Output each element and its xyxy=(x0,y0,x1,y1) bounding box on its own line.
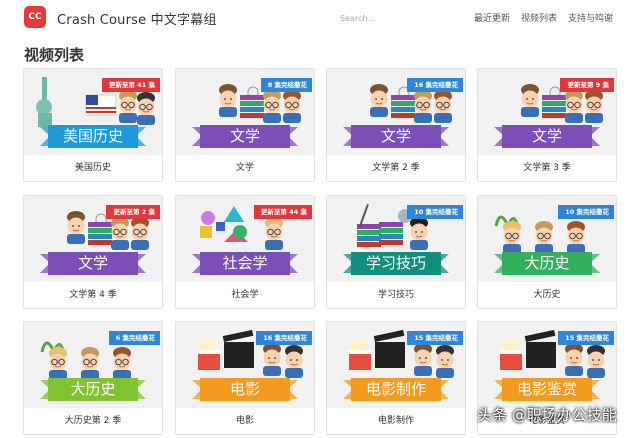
card-title[interactable]: 电影制作 xyxy=(327,413,465,426)
video-card[interactable]: 电影制作 15 集完结撒花电影制作 xyxy=(326,321,466,435)
series-ribbon: 电影制作 xyxy=(343,377,449,402)
card-thumbnail[interactable]: 文学 更新至第 2 集 xyxy=(24,196,162,282)
card-thumbnail[interactable]: 文学 8 集完结撒花 xyxy=(176,69,314,155)
site-brand[interactable]: Crash Course 中文字幕组 xyxy=(57,9,217,28)
site-header: CC Crash Course 中文字幕组 最近更新 视频列表 支持与鸣谢 xyxy=(0,0,640,36)
card-thumbnail[interactable]: 电影鉴赏 15 集完结撒花 xyxy=(478,322,616,408)
nav-video-list[interactable]: 视频列表 xyxy=(521,11,557,24)
video-card[interactable]: 社会学 更新至第 44 集社会学 xyxy=(175,195,315,309)
status-badge: 6 集完结撒花 xyxy=(108,331,160,345)
status-badge: 更新至第 44 集 xyxy=(253,205,312,219)
page-title: 视频列表 xyxy=(24,46,85,64)
series-ribbon-label: 电影制作 xyxy=(365,380,426,398)
card-thumbnail[interactable]: 文学 16 集完结撒花 xyxy=(327,69,465,155)
series-ribbon: 社会学 xyxy=(192,251,298,276)
status-badge: 更新至第 41 集 xyxy=(101,78,160,92)
series-ribbon-label: 文学 xyxy=(77,254,108,272)
nav-latest-updates[interactable]: 最近更新 xyxy=(474,11,510,24)
card-thumbnail[interactable]: 文学 更新至第 9 集 xyxy=(478,69,616,155)
status-badge: 8 集完结撒花 xyxy=(260,78,312,92)
card-thumbnail[interactable]: 电影制作 15 集完结撒花 xyxy=(327,322,465,408)
video-card[interactable]: 学习技巧 10 集完结撒花学习技巧 xyxy=(326,195,466,309)
series-ribbon: 大历史 xyxy=(40,377,146,402)
video-card[interactable]: 文学 更新至第 2 集文学第 4 季 xyxy=(23,195,163,309)
card-thumbnail[interactable]: 社会学 更新至第 44 集 xyxy=(176,196,314,282)
series-ribbon: 大历史 xyxy=(494,251,600,276)
video-card[interactable]: 文学 更新至第 9 集文学第 3 季 xyxy=(477,68,617,182)
series-ribbon: 文学 xyxy=(40,251,146,276)
series-ribbon: 文学 xyxy=(192,124,298,149)
logo-text: CC xyxy=(28,12,42,22)
video-grid: 美国历史 更新至第 41 集美国历史 文学 8 集完结撒花 文学 文学 16 集… xyxy=(23,68,619,438)
status-badge: 15 集完结撒花 xyxy=(558,331,614,345)
video-card[interactable]: 文学 16 集完结撒花文学第 2 季 xyxy=(326,68,466,182)
series-ribbon-label: 文学 xyxy=(531,127,562,145)
video-card[interactable]: 美国历史 更新至第 41 集美国历史 xyxy=(23,68,163,182)
card-title[interactable]: 学习技巧 xyxy=(327,287,465,300)
series-ribbon-label: 大历史 xyxy=(70,380,116,398)
card-title[interactable]: 大历史 xyxy=(478,287,616,300)
card-thumbnail[interactable]: 大历史 10 集完结撒花 xyxy=(478,196,616,282)
series-ribbon-label: 大历史 xyxy=(524,254,570,272)
series-ribbon: 文学 xyxy=(343,124,449,149)
card-title[interactable]: 文学第 4 季 xyxy=(24,287,162,300)
card-thumbnail[interactable]: 学习技巧 10 集完结撒花 xyxy=(327,196,465,282)
status-badge: 10 集完结撒花 xyxy=(558,205,614,219)
series-ribbon: 美国历史 xyxy=(40,124,146,149)
series-ribbon-label: 文学 xyxy=(380,127,411,145)
series-ribbon: 电影鉴赏 xyxy=(494,377,600,402)
video-card[interactable]: 电影 16 集完结撒花电影 xyxy=(175,321,315,435)
status-badge: 15 集完结撒花 xyxy=(407,331,463,345)
status-badge: 16 集完结撒花 xyxy=(256,331,312,345)
series-ribbon-label: 美国历史 xyxy=(62,127,123,145)
video-card[interactable]: 大历史 6 集完结撒花大历史第 2 季 xyxy=(23,321,163,435)
card-thumbnail[interactable]: 大历史 6 集完结撒花 xyxy=(24,322,162,408)
card-title[interactable]: 美国历史 xyxy=(24,160,162,173)
series-ribbon: 文学 xyxy=(494,124,600,149)
series-ribbon: 电影 xyxy=(192,377,298,402)
nav-support-thanks[interactable]: 支持与鸣谢 xyxy=(568,11,613,24)
series-ribbon-label: 文学 xyxy=(229,127,260,145)
status-badge: 更新至第 2 集 xyxy=(106,205,160,219)
search-input[interactable] xyxy=(340,11,440,25)
card-title[interactable]: 文学 xyxy=(176,160,314,173)
status-badge: 10 集完结撒花 xyxy=(407,205,463,219)
series-ribbon-label: 社会学 xyxy=(222,254,268,272)
video-card[interactable]: 文学 8 集完结撒花文学 xyxy=(175,68,315,182)
card-title[interactable]: 文学第 3 季 xyxy=(478,160,616,173)
series-ribbon: 学习技巧 xyxy=(343,251,449,276)
status-badge: 更新至第 9 集 xyxy=(560,78,614,92)
watermark: 头条 @职场办公技能 xyxy=(477,406,617,424)
video-card[interactable]: 大历史 10 集完结撒花大历史 xyxy=(477,195,617,309)
crash-course-logo[interactable]: CC xyxy=(24,6,46,28)
card-thumbnail[interactable]: 电影 16 集完结撒花 xyxy=(176,322,314,408)
card-title[interactable]: 大历史第 2 季 xyxy=(24,413,162,426)
card-thumbnail[interactable]: 美国历史 更新至第 41 集 xyxy=(24,69,162,155)
series-ribbon-label: 学习技巧 xyxy=(365,254,426,272)
series-ribbon-label: 电影 xyxy=(229,380,260,398)
card-title[interactable]: 电影 xyxy=(176,413,314,426)
card-title[interactable]: 文学第 2 季 xyxy=(327,160,465,173)
status-badge: 16 集完结撒花 xyxy=(407,78,463,92)
card-title[interactable]: 社会学 xyxy=(176,287,314,300)
series-ribbon-label: 电影鉴赏 xyxy=(516,380,577,398)
